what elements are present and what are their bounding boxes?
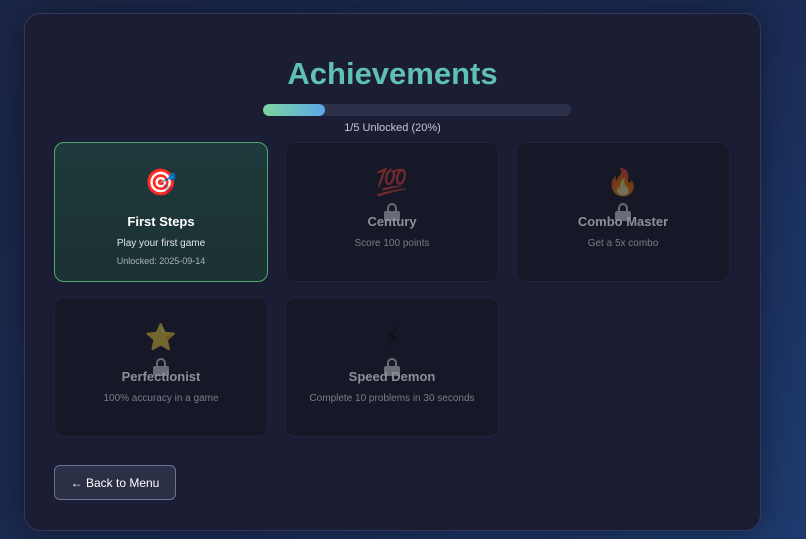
achievement-name: First Steps bbox=[127, 214, 195, 229]
achievement-card-perfectionist[interactable]: ⭐ Perfectionist 100% accuracy in a game bbox=[54, 297, 268, 437]
lightning-icon: ⚡ bbox=[382, 322, 402, 352]
achievement-description: Get a 5x combo bbox=[587, 238, 659, 249]
progress-text: 1/5 Unlocked (20%) bbox=[344, 122, 441, 134]
back-to-menu-button[interactable]: ← Back to Menu bbox=[54, 465, 176, 500]
achievement-card-first-steps[interactable]: 🎯 First Steps Play your first game Unloc… bbox=[54, 142, 268, 282]
progress-bar bbox=[263, 104, 571, 116]
achievement-name: Combo Master bbox=[577, 214, 669, 229]
star-icon: ⭐ bbox=[144, 322, 178, 352]
achievement-unlock-date: Unlocked: 2025-09-14 bbox=[116, 256, 206, 266]
achievement-description: 100% accuracy in a game bbox=[103, 393, 219, 404]
hundred-points-icon: 💯 bbox=[375, 167, 409, 197]
achievement-name: Century bbox=[367, 214, 417, 229]
achievement-description: Score 100 points bbox=[354, 238, 430, 249]
achievement-name: Speed Demon bbox=[348, 369, 436, 384]
page-title: Achievements bbox=[287, 56, 498, 91]
progress-bar-fill bbox=[263, 104, 325, 116]
achievement-card-combo-master[interactable]: 🔥 Combo Master Get a 5x combo bbox=[516, 142, 730, 282]
fire-icon: 🔥 bbox=[606, 167, 640, 197]
achievement-description: Play your first game bbox=[116, 238, 206, 249]
target-icon: 🎯 bbox=[144, 167, 178, 197]
achievement-card-century[interactable]: 💯 Century Score 100 points bbox=[285, 142, 499, 282]
achievement-description: Complete 10 problems in 30 seconds bbox=[309, 393, 475, 404]
achievement-card-speed-demon[interactable]: ⚡ Speed Demon Complete 10 problems in 30… bbox=[285, 297, 499, 437]
achievement-name: Perfectionist bbox=[121, 369, 201, 384]
